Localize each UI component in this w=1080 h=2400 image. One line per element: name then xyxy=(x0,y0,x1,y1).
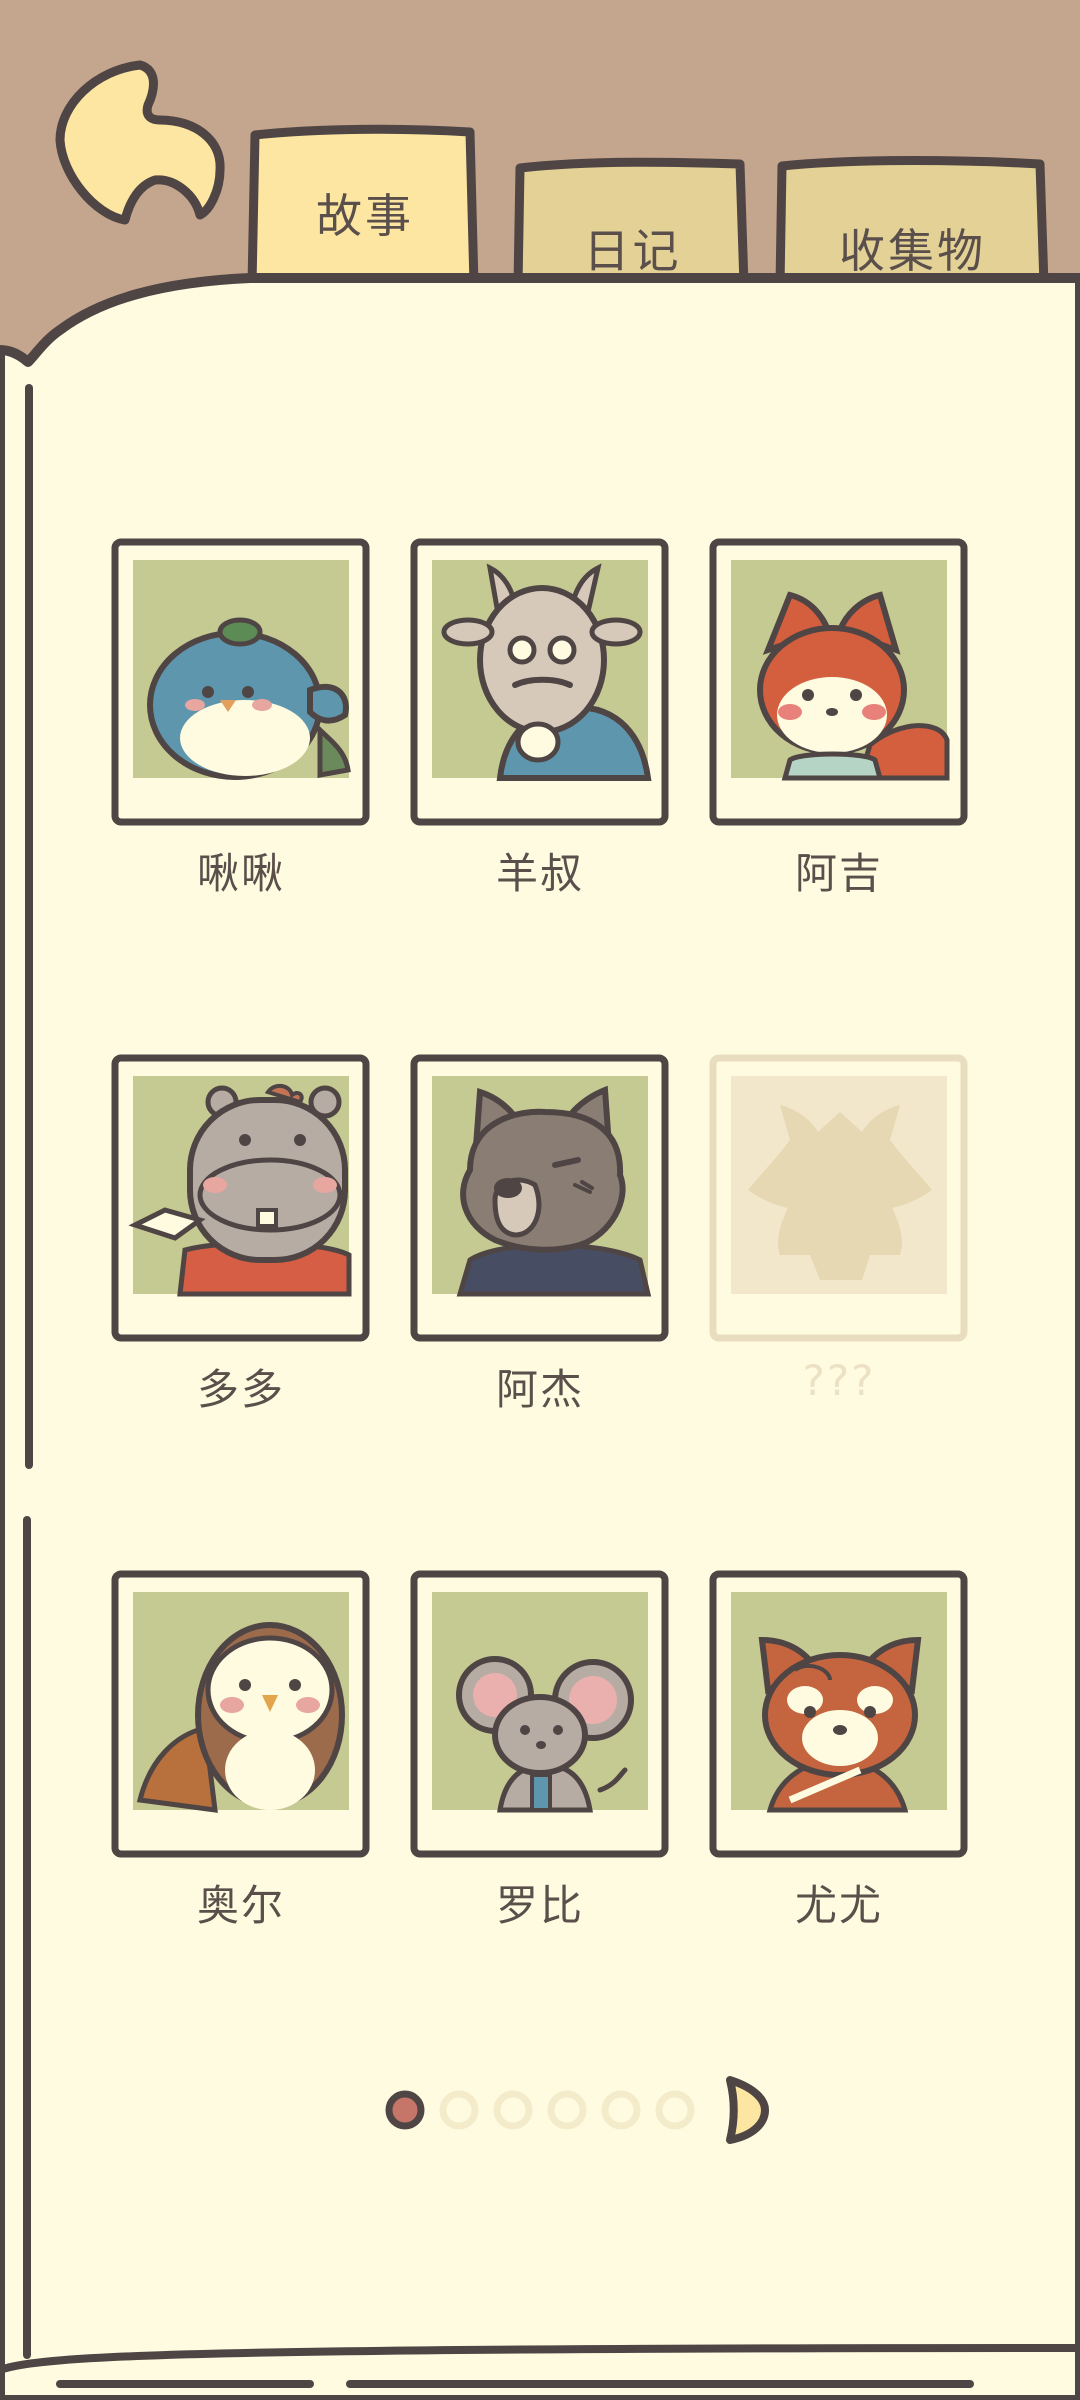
character-name-luobi: 罗比 xyxy=(495,1881,584,1930)
character-card-youyou[interactable] xyxy=(709,1570,968,1858)
character-name-yangshu: 羊叔 xyxy=(495,849,584,898)
character-card-yangshu[interactable] xyxy=(410,538,669,826)
tab-diary-label[interactable]: 日记 xyxy=(525,215,740,281)
character-name-duoduo: 多多 xyxy=(196,1365,285,1414)
character-card-aji[interactable] xyxy=(709,538,968,826)
character-card-ajie[interactable] xyxy=(410,1054,669,1342)
character-name-aji: 阿吉 xyxy=(794,849,883,898)
character-name-aoer: 奥尔 xyxy=(196,1881,285,1930)
back-arrow-icon[interactable] xyxy=(55,60,225,225)
character-card-duoduo[interactable] xyxy=(111,1054,370,1342)
character-card-locked[interactable] xyxy=(709,1054,968,1342)
page-dot-1[interactable] xyxy=(385,2090,425,2130)
character-name-youyou: 尤尤 xyxy=(794,1881,883,1930)
character-card-jiujiu[interactable] xyxy=(111,538,370,826)
tab-story-label[interactable]: 故事 xyxy=(262,180,468,246)
character-name-locked: ??? xyxy=(802,1356,876,1405)
character-card-aoer[interactable] xyxy=(111,1570,370,1858)
character-name-ajie: 阿杰 xyxy=(495,1365,584,1414)
character-name-jiujiu: 啾啾 xyxy=(196,849,285,898)
tab-collection-label[interactable]: 收集物 xyxy=(785,215,1040,281)
red-panda-icon xyxy=(758,1636,922,1813)
character-card-luobi[interactable] xyxy=(410,1570,669,1858)
